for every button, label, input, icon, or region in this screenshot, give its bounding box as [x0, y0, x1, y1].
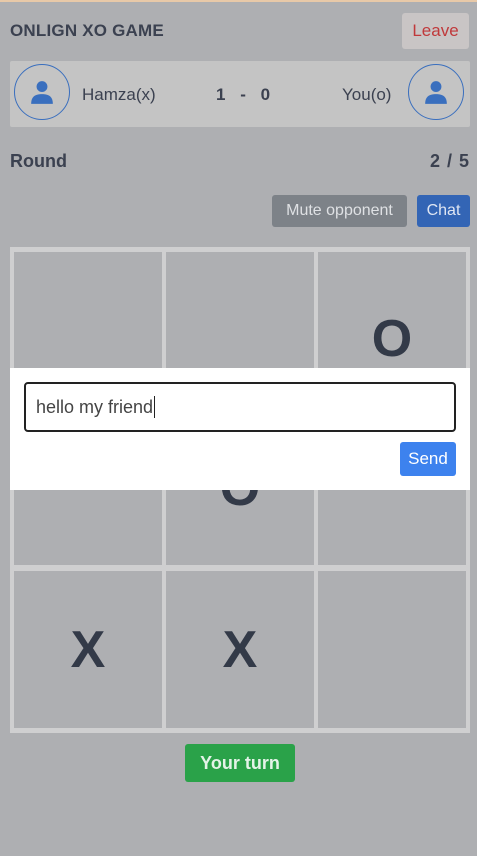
user-icon: [31, 81, 53, 104]
text-caret: [154, 396, 156, 418]
chat-input-value: hello my friend: [36, 396, 154, 417]
mute-opponent-button[interactable]: Mute opponent: [272, 195, 407, 227]
score-right: 0: [260, 85, 271, 104]
board-cell-9[interactable]: [318, 571, 466, 728]
game-board: O O X X: [10, 247, 470, 733]
score-display: 1 - 0: [216, 85, 270, 105]
top-accent-line: [0, 0, 477, 2]
chat-button[interactable]: Chat: [417, 195, 470, 227]
round-value: 2 / 5: [429, 151, 470, 171]
player-right-name: You(o): [342, 85, 392, 104]
send-button[interactable]: Send: [400, 442, 456, 476]
chat-message-input[interactable]: hello my friend: [24, 382, 456, 432]
board-cell-8[interactable]: X: [166, 571, 314, 728]
score-separator: -: [240, 85, 246, 104]
player-left-name: Hamza(x): [82, 85, 156, 104]
player-left-avatar: [14, 64, 70, 120]
leave-button[interactable]: Leave: [402, 13, 469, 49]
player-right-avatar: [408, 64, 464, 120]
turn-status-button: Your turn: [185, 744, 295, 782]
players-bar: Hamza(x) 1 - 0 You(o): [10, 61, 470, 127]
board-cell-7[interactable]: X: [14, 571, 162, 728]
chat-modal: hello my friend Send: [10, 368, 470, 490]
page-title: ONLIGN XO GAME: [10, 21, 164, 40]
user-icon: [425, 81, 447, 104]
score-left: 1: [216, 85, 226, 104]
round-label: Round: [10, 151, 67, 171]
